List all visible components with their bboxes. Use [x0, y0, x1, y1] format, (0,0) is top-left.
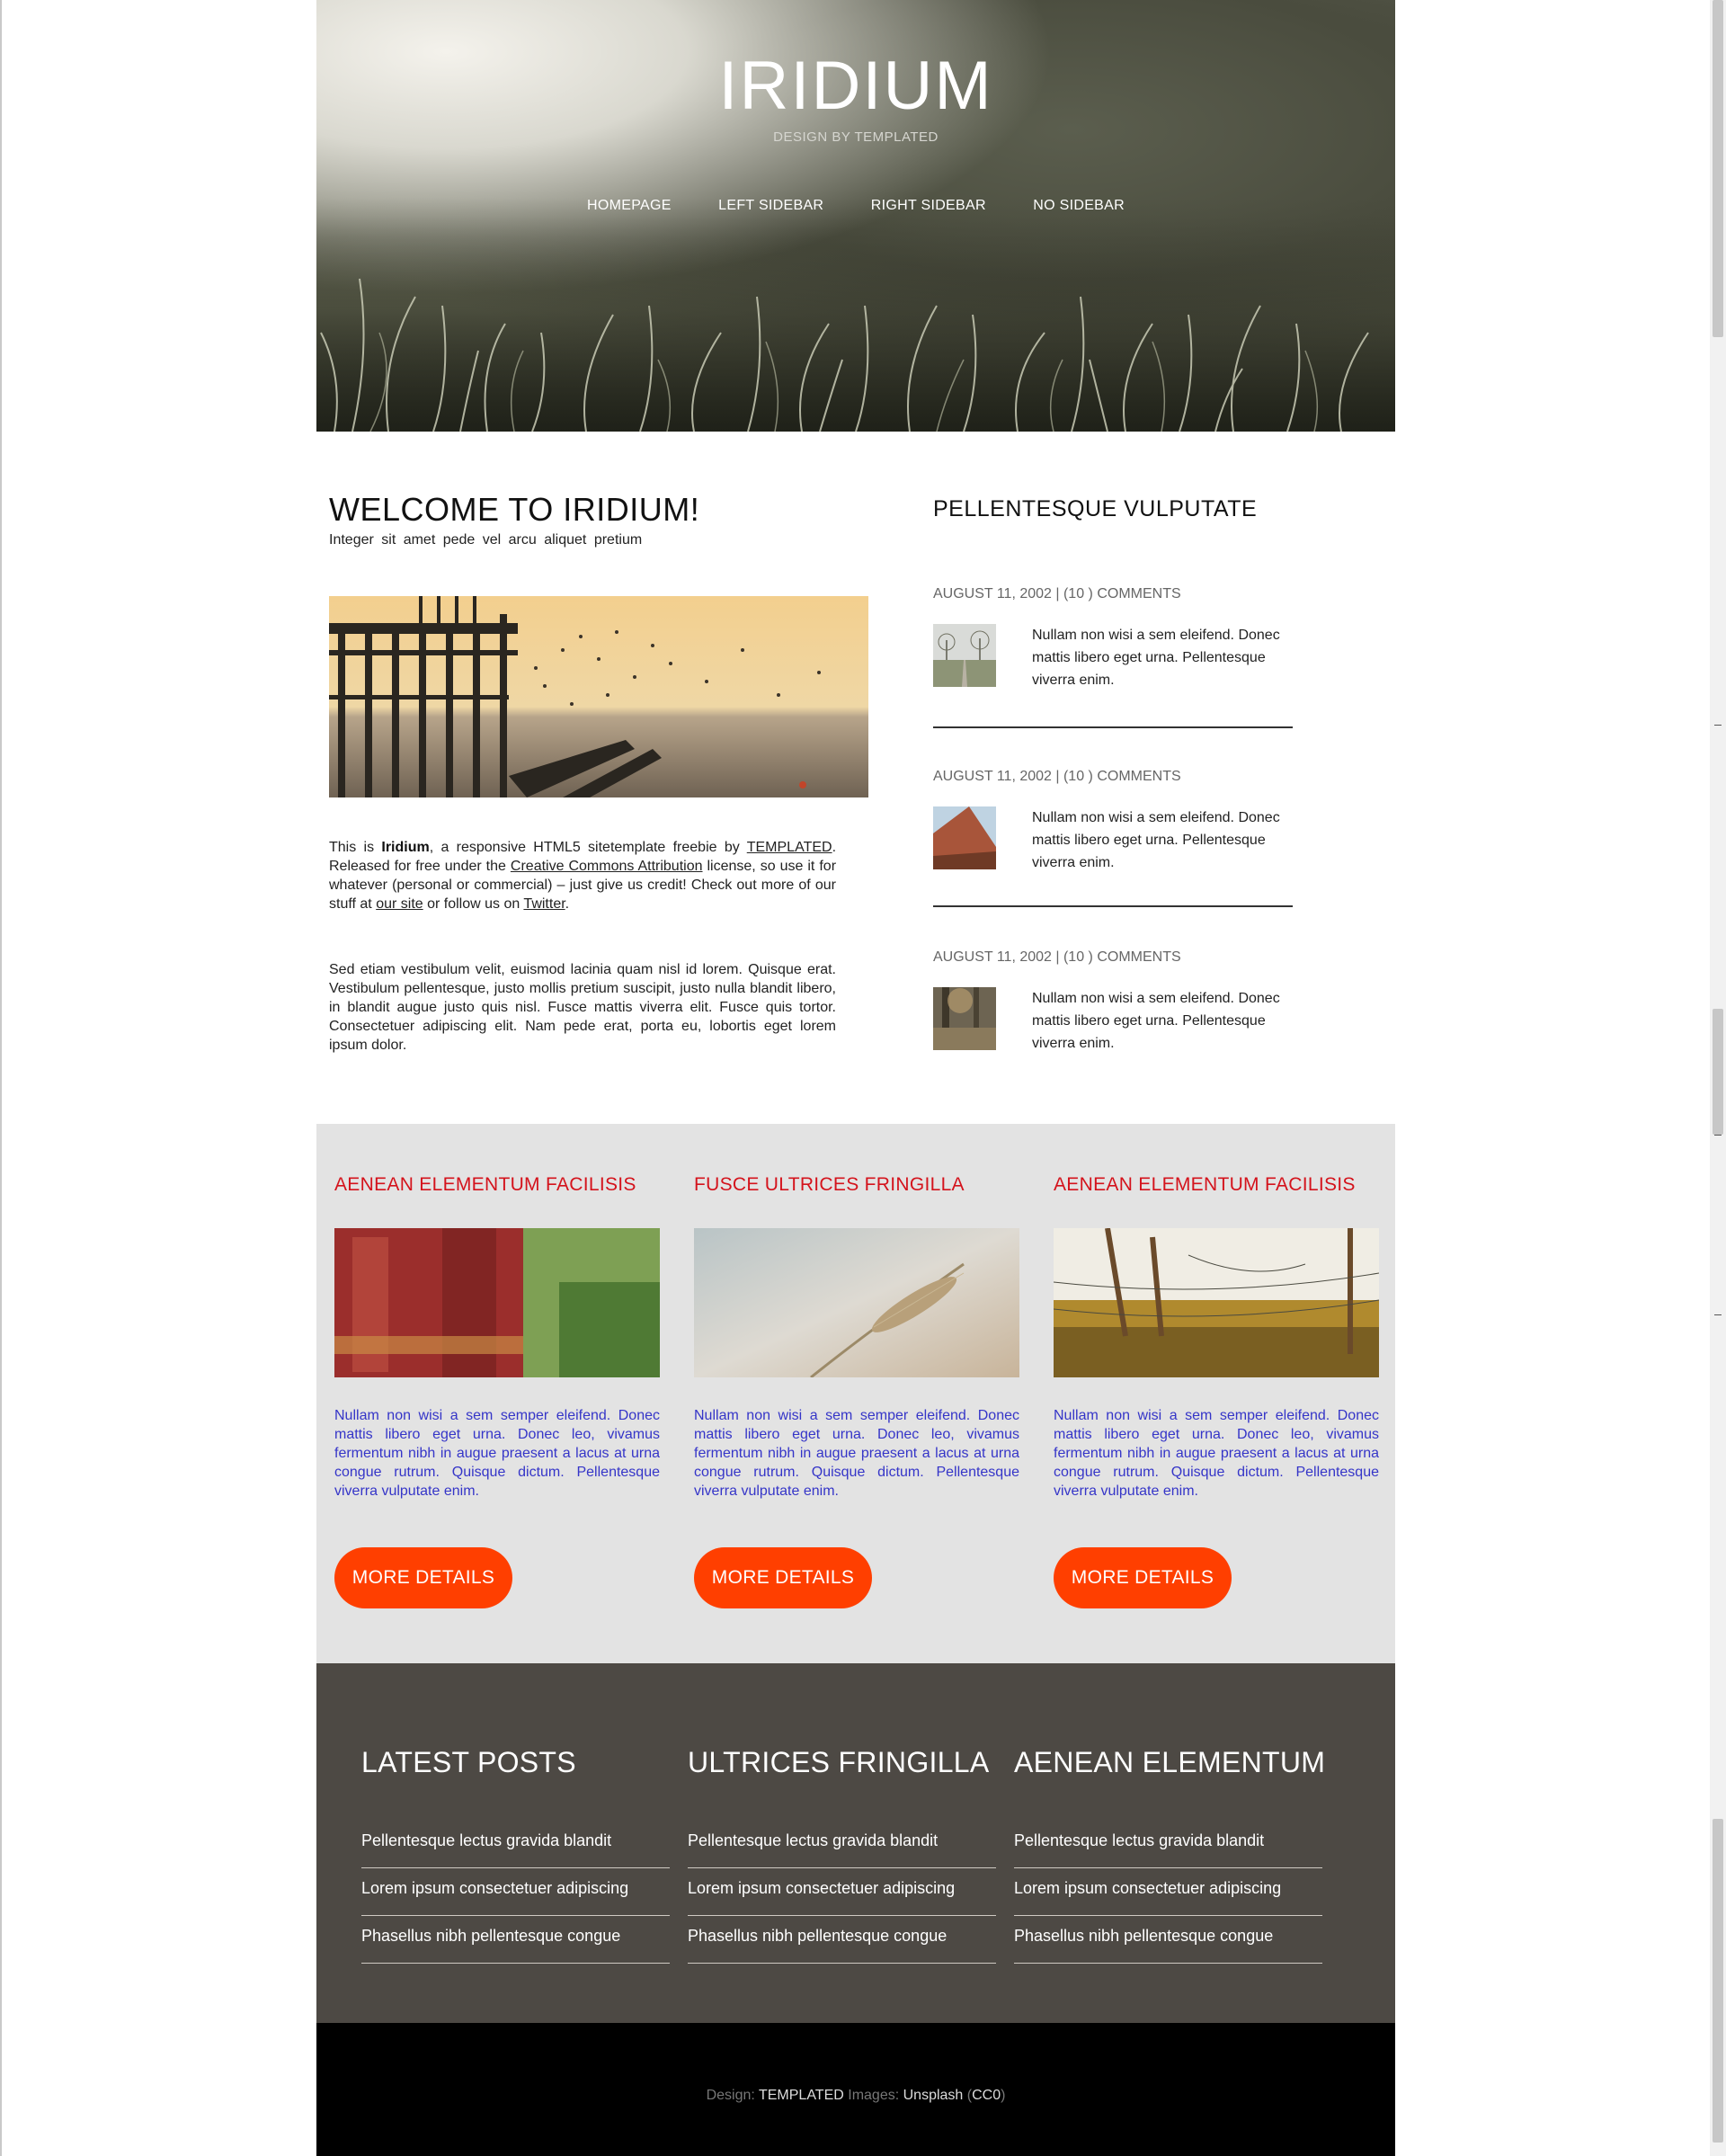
main-nav: HOMEPAGE LEFT SIDEBAR RIGHT SIDEBAR NO S…: [316, 198, 1395, 214]
footer-section: LATEST POSTS Pellentesque lectus gravida…: [316, 1663, 1395, 2023]
scrollbar-thumb[interactable]: [1713, 1009, 1723, 1135]
post-excerpt: Nullam non wisi a sem eleifend. Donec ma…: [1032, 628, 1280, 688]
footer-link[interactable]: Phasellus nibh pellentesque congue: [1014, 1916, 1322, 1946]
cc0-license-link[interactable]: CC0: [972, 2088, 1001, 2103]
list-item: Lorem ipsum consectetuer adipiscing: [1014, 1868, 1322, 1916]
page-wrapper: IRIDIUM DESIGN BY TEMPLATED HOMEPAGE LEF…: [316, 0, 1395, 2156]
footer-link-list: Pellentesque lectus gravida blandit Lore…: [688, 1821, 996, 1964]
more-details-button[interactable]: MORE DETAILS: [334, 1547, 512, 1608]
features-section: AENEAN ELEMENTUM FACILISIS Nullam non wi…: [316, 1124, 1395, 1663]
footer-column-title: ULTRICES FRINGILLA: [688, 1746, 990, 1778]
twitter-link[interactable]: Twitter: [523, 896, 565, 912]
post-meta[interactable]: AUGUST 11, 2002 | (10 ) COMMENTS: [933, 769, 1293, 785]
list-item: Lorem ipsum consectetuer adipiscing: [361, 1868, 670, 1916]
list-item: Phasellus nibh pellentesque congue: [1014, 1916, 1322, 1964]
site-title[interactable]: IRIDIUM: [316, 47, 1395, 125]
site-subtitle: DESIGN BY TEMPLATED: [773, 129, 939, 145]
nav-link-homepage[interactable]: HOMEPAGE: [587, 198, 672, 214]
intro-text: This is: [329, 840, 382, 855]
fence-grass-image[interactable]: [1054, 1228, 1379, 1377]
brand-name: Iridium: [381, 840, 430, 855]
footer-column-title: LATEST POSTS: [361, 1746, 576, 1778]
post-meta[interactable]: AUGUST 11, 2002 | (10 ) COMMENTS: [933, 586, 1293, 602]
main-content: WELCOME TO IRIDIUM! Integer sit amet ped…: [316, 432, 1395, 1124]
scrollbar-marker: [1714, 725, 1722, 726]
more-details-button[interactable]: MORE DETAILS: [694, 1547, 872, 1608]
footer-link[interactable]: Pellentesque lectus gravida blandit: [1014, 1821, 1322, 1850]
copyright-label: (: [963, 2088, 973, 2103]
footer-link[interactable]: Phasellus nibh pellentesque congue: [688, 1916, 996, 1946]
list-item: Phasellus nibh pellentesque congue: [361, 1916, 670, 1964]
nav-link-no-sidebar[interactable]: NO SIDEBAR: [1033, 198, 1125, 214]
footer-link-list: Pellentesque lectus gravida blandit Lore…: [1014, 1821, 1322, 1964]
feature-title[interactable]: AENEAN ELEMENTUM FACILISIS: [1054, 1174, 1356, 1196]
intro-text: , a responsive HTML5 sitetemplate freebi…: [429, 840, 747, 855]
feature-text: Nullam non wisi a sem semper eleifend. D…: [334, 1408, 660, 1499]
list-item: Phasellus nibh pellentesque congue: [688, 1916, 996, 1964]
copyright-bar: Design: TEMPLATED Images: Unsplash (CC0): [316, 2023, 1395, 2156]
unsplash-credit-link[interactable]: Unsplash: [903, 2088, 964, 2103]
footer-column-title: AENEAN ELEMENTUM: [1014, 1746, 1326, 1778]
wheat-image[interactable]: [694, 1228, 1019, 1377]
feature-title[interactable]: AENEAN ELEMENTUM FACILISIS: [334, 1174, 636, 1196]
intro-paragraph: This is Iridium, a responsive HTML5 site…: [329, 838, 836, 913]
copyright-label: ): [1001, 2088, 1006, 2103]
post-excerpt: Nullam non wisi a sem eleifend. Donec ma…: [1032, 810, 1280, 870]
copyright-text: Design: TEMPLATED Images: Unsplash (CC0): [316, 2088, 1395, 2104]
footer-link[interactable]: Lorem ipsum consectetuer adipiscing: [688, 1868, 996, 1898]
post-excerpt: Nullam non wisi a sem eleifend. Donec ma…: [1032, 991, 1280, 1051]
footer-link[interactable]: Pellentesque lectus gravida blandit: [361, 1821, 670, 1850]
license-link[interactable]: Creative Commons Attribution: [511, 859, 703, 874]
feature-text: Nullam non wisi a sem semper eleifend. D…: [694, 1408, 1019, 1499]
sidebar-title: PELLENTESQUE VULPUTATE: [933, 496, 1258, 521]
intro-text: .: [565, 896, 570, 912]
post-thumbnail[interactable]: [933, 624, 996, 687]
scrollbar-thumb[interactable]: [1713, 0, 1723, 337]
list-item: Pellentesque lectus gravida blandit: [688, 1821, 996, 1868]
copyright-label: Design:: [706, 2088, 759, 2103]
post-meta[interactable]: AUGUST 11, 2002 | (10 ) COMMENTS: [933, 949, 1293, 966]
site-header: IRIDIUM DESIGN BY TEMPLATED HOMEPAGE LEF…: [316, 0, 1395, 432]
intro-text: or follow us on: [423, 896, 524, 912]
rusty-barrel-image[interactable]: [334, 1228, 660, 1377]
page-subtitle: Integer sit amet pede vel arcu aliquet p…: [329, 532, 643, 548]
sidebar-post: AUGUST 11, 2002 | (10 ) COMMENTS Nullam …: [933, 769, 1293, 907]
list-item: Pellentesque lectus gravida blandit: [1014, 1821, 1322, 1868]
post-thumbnail[interactable]: [933, 987, 996, 1050]
post-divider: [933, 905, 1293, 907]
sidebar-post: AUGUST 11, 2002 | (10 ) COMMENTS Nullam …: [933, 949, 1293, 1051]
vertical-scrollbar[interactable]: [1710, 0, 1726, 2156]
scrollbar-marker: [1714, 1314, 1722, 1315]
feature-title[interactable]: FUSCE ULTRICES FRINGILLA: [694, 1174, 965, 1196]
templated-link[interactable]: TEMPLATED: [747, 840, 832, 855]
sidebar-post: AUGUST 11, 2002 | (10 ) COMMENTS Nullam …: [933, 586, 1293, 728]
footer-link-list: Pellentesque lectus gravida blandit Lore…: [361, 1821, 670, 1964]
scrollbar-marker: [1714, 1135, 1722, 1136]
pier-birds-image: [329, 596, 868, 797]
more-details-button[interactable]: MORE DETAILS: [1054, 1547, 1232, 1608]
post-thumbnail[interactable]: [933, 806, 996, 869]
our-site-link[interactable]: our site: [376, 896, 423, 912]
header-grass-image: [316, 198, 1395, 432]
footer-link[interactable]: Lorem ipsum consectetuer adipiscing: [1014, 1868, 1322, 1898]
copyright-label: Images:: [843, 2088, 903, 2103]
list-item: Lorem ipsum consectetuer adipiscing: [688, 1868, 996, 1916]
feature-text: Nullam non wisi a sem semper eleifend. D…: [1054, 1408, 1379, 1499]
page-title: WELCOME TO IRIDIUM!: [329, 491, 700, 528]
footer-link[interactable]: Pellentesque lectus gravida blandit: [688, 1821, 996, 1850]
post-divider: [933, 726, 1293, 728]
templated-credit-link[interactable]: TEMPLATED: [759, 2088, 844, 2103]
footer-link[interactable]: Phasellus nibh pellentesque congue: [361, 1916, 670, 1946]
window-left-border: [0, 0, 2, 2156]
list-item: Pellentesque lectus gravida blandit: [361, 1821, 670, 1868]
footer-link[interactable]: Lorem ipsum consectetuer adipiscing: [361, 1868, 670, 1898]
body-paragraph: Sed etiam vestibulum velit, euismod laci…: [329, 962, 836, 1053]
nav-link-right-sidebar[interactable]: RIGHT SIDEBAR: [871, 198, 986, 214]
nav-link-left-sidebar[interactable]: LEFT SIDEBAR: [718, 198, 823, 214]
scrollbar-thumb[interactable]: [1713, 1819, 1723, 2143]
